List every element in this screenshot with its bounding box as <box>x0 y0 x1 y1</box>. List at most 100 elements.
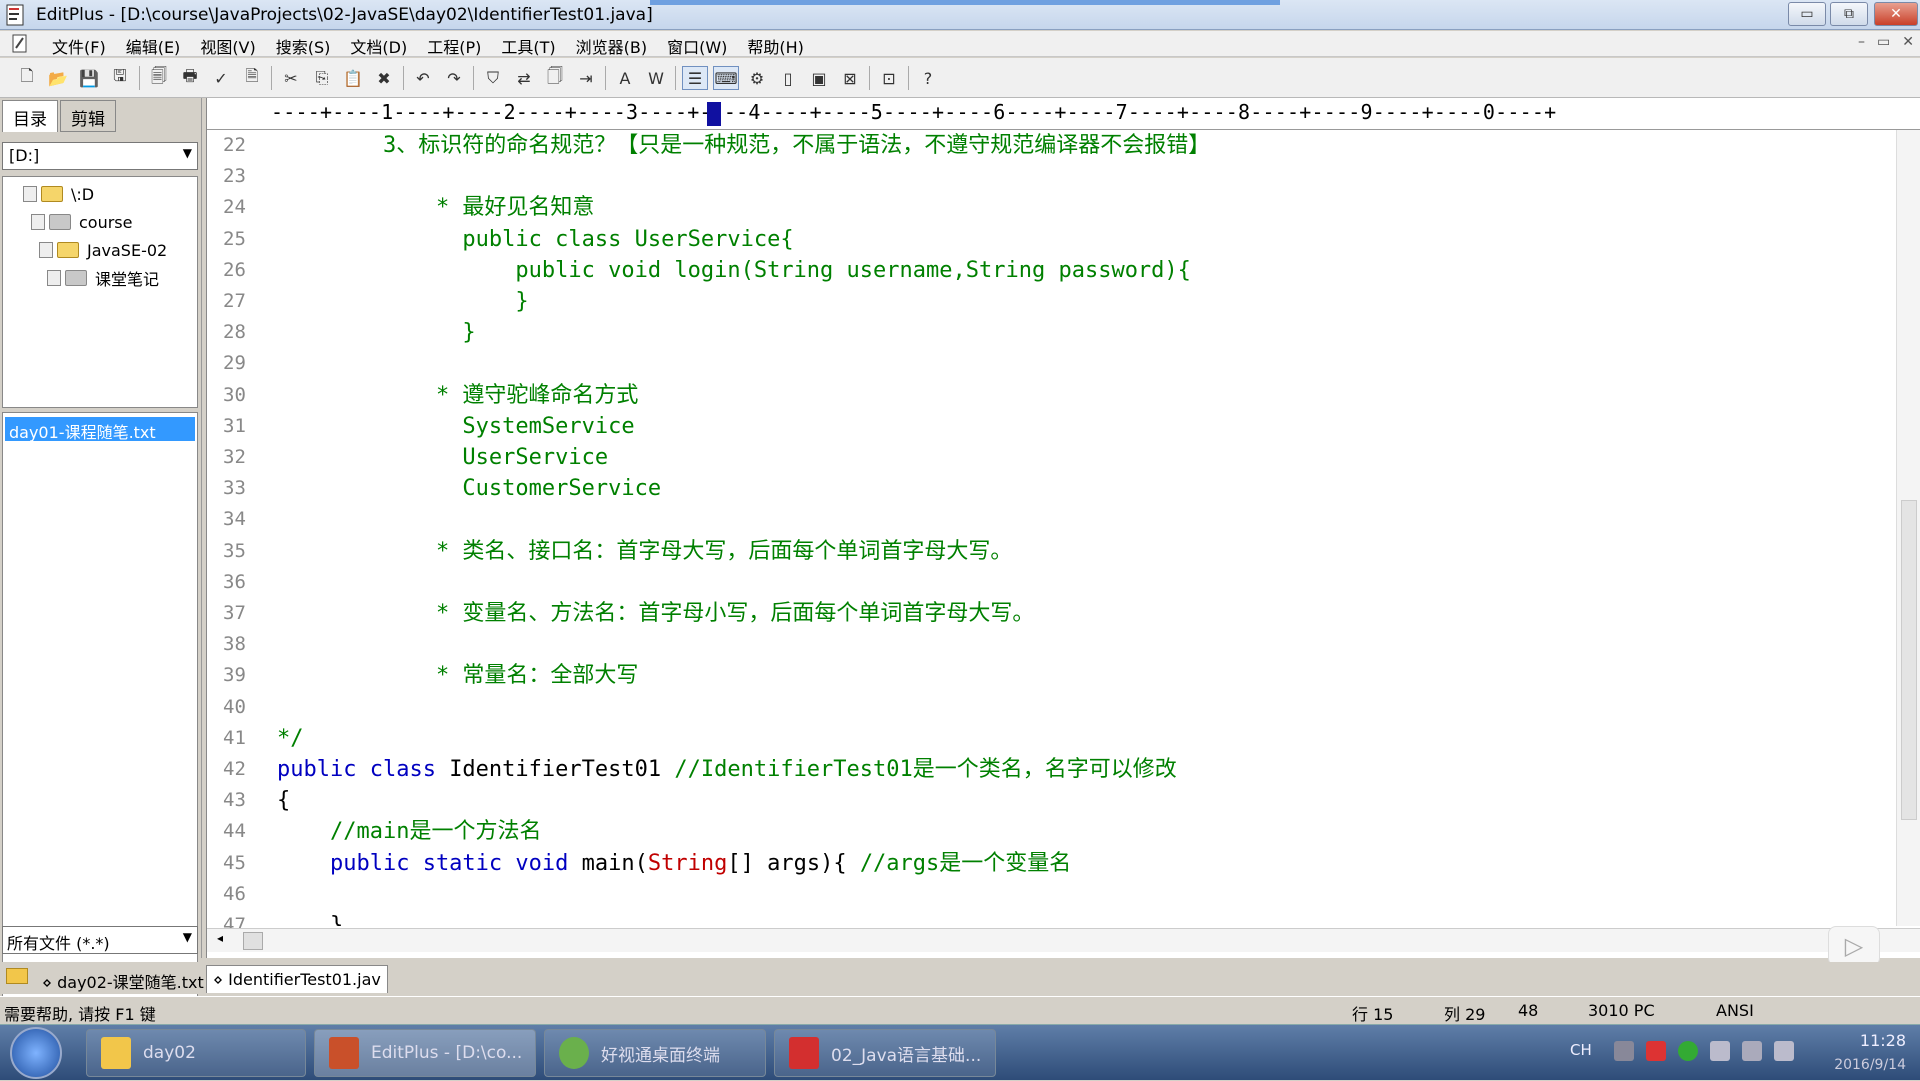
settings-icon[interactable]: ⚙ <box>744 66 770 90</box>
mdi-restore-icon[interactable]: ▭ <box>1877 34 1890 50</box>
line-number: 42 <box>223 758 246 780</box>
file-filter-select[interactable]: 所有文件 (*.*) ▼ <box>2 926 198 954</box>
help-icon[interactable]: ? <box>915 66 941 90</box>
scroll-thumb[interactable] <box>1901 500 1917 820</box>
code-line[interactable]: UserService <box>277 442 608 473</box>
code-editor[interactable]: ----+----1----+----2----+----3----+----4… <box>206 98 1920 966</box>
doc-tab-identifier[interactable]: ⋄ IdentifierTest01.jav <box>206 965 388 993</box>
menu-item[interactable]: 文档(D) <box>340 34 417 58</box>
find-icon[interactable]: ⛉ <box>480 66 506 90</box>
code-line[interactable]: { <box>277 785 290 816</box>
code-line[interactable]: } <box>277 317 475 348</box>
replace-icon[interactable]: ⇄ <box>511 66 537 90</box>
task-editplus[interactable]: EditPlus - [D:\co... <box>314 1029 536 1077</box>
save-icon[interactable]: 💾 <box>76 66 102 90</box>
document-icon[interactable] <box>10 34 30 54</box>
record-icon[interactable] <box>1646 1041 1666 1061</box>
copy-icon[interactable]: ⎘ <box>309 66 335 90</box>
start-button[interactable] <box>10 1027 62 1079</box>
menu-item[interactable]: 编辑(E) <box>116 34 191 58</box>
split-icon[interactable]: ▯ <box>775 66 801 90</box>
save-all-icon[interactable]: 🖫 <box>107 66 133 90</box>
output-icon[interactable]: ⊡ <box>876 66 902 90</box>
play-icon[interactable]: ▷ <box>1828 926 1880 966</box>
code-line[interactable]: public void login(String username,String… <box>277 255 1191 286</box>
ruler-icon[interactable]: ⌨ <box>713 66 739 90</box>
line-number-icon[interactable]: ☰ <box>682 66 708 90</box>
close-button[interactable]: ✕ <box>1874 2 1918 26</box>
code-line[interactable]: SystemService <box>277 411 634 442</box>
clock-time[interactable]: 11:28 <box>1860 1031 1906 1050</box>
volume-icon[interactable] <box>1710 1041 1730 1061</box>
horizontal-scrollbar[interactable]: ◂ <box>207 928 1920 952</box>
paste-icon[interactable]: 📋 <box>340 66 366 90</box>
menu-item[interactable]: 窗口(W) <box>657 34 737 58</box>
print-preview-icon[interactable]: 🗐 <box>146 66 172 90</box>
spell-check-icon[interactable]: ✓ <box>208 66 234 90</box>
template-icon[interactable]: 🗎 <box>239 66 265 90</box>
menu-item[interactable]: 工程(P) <box>417 34 491 58</box>
find-in-files-icon[interactable]: 🗍 <box>542 66 568 90</box>
security-icon[interactable] <box>1678 1041 1698 1061</box>
code-line[interactable]: public class IdentifierTest01 //Identifi… <box>277 754 1177 785</box>
redo-icon[interactable]: ↷ <box>441 66 467 90</box>
mdi-minimize-icon[interactable]: – <box>1858 34 1865 50</box>
task-day02[interactable]: day02 <box>86 1029 306 1077</box>
undo-icon[interactable]: ↶ <box>410 66 436 90</box>
input-language[interactable]: CH <box>1570 1041 1592 1059</box>
browser-icon[interactable]: ⊠ <box>837 66 863 90</box>
tab-cliptext[interactable]: 剪辑 <box>60 100 116 132</box>
tree-item-javase[interactable]: JavaSE-02 <box>39 237 167 263</box>
code-line[interactable]: public static void main(String[] args){ … <box>277 848 1071 879</box>
menu-item[interactable]: 文件(F) <box>42 34 116 58</box>
code-line[interactable]: public class UserService{ <box>277 224 794 255</box>
task-video-terminal[interactable]: 好视通桌面终端 <box>544 1029 766 1077</box>
open-icon[interactable]: 📂 <box>45 66 71 90</box>
font-icon[interactable]: A <box>612 66 638 90</box>
tree-item-notes[interactable]: 课堂笔记 <box>47 265 159 291</box>
tree-item-drive[interactable]: \:D <box>23 181 94 207</box>
title-bar[interactable]: EditPlus - [D:\course\JavaProjects\02-Ja… <box>0 0 1920 30</box>
code-line[interactable]: 3、标识符的命名规范？【只是一种规范，不属于语法，不遵守规范编译器不会报错】 <box>277 130 1210 161</box>
menu-item[interactable]: 搜索(S) <box>266 34 341 58</box>
menu-item[interactable]: 视图(V) <box>190 34 265 58</box>
speaker-icon[interactable] <box>1774 1041 1794 1061</box>
code-line[interactable]: * 类名、接口名：首字母大写，后面每个单词首字母大写。 <box>277 536 1013 567</box>
code-line[interactable]: } <box>277 910 343 926</box>
tab-directory[interactable]: 目录 <box>2 100 58 132</box>
menu-item[interactable]: 帮助(H) <box>737 34 814 58</box>
file-item-selected[interactable]: day01-课程随笔.txt <box>5 417 195 441</box>
code-token: public class UserService{ <box>277 226 794 252</box>
code-line[interactable]: //main是一个方法名 <box>277 816 541 847</box>
drive-select[interactable]: [D:] ▼ <box>2 142 198 170</box>
code-line[interactable]: CustomerService <box>277 473 661 504</box>
cut-icon[interactable]: ✂ <box>278 66 304 90</box>
vertical-scrollbar[interactable] <box>1896 130 1920 926</box>
doc-tab-notes[interactable]: ⋄ day02-课堂随笔.txt <box>36 965 210 993</box>
task-pdf[interactable]: 02_Java语言基础... <box>774 1029 996 1077</box>
code-line[interactable]: * 变量名、方法名：首字母小写，后面每个单词首字母大写。 <box>277 598 1035 629</box>
word-wrap-icon[interactable]: W <box>643 66 669 90</box>
network-icon[interactable] <box>1742 1041 1762 1061</box>
tree-item-course[interactable]: course <box>31 209 132 235</box>
delete-icon[interactable]: ✖ <box>371 66 397 90</box>
fullscreen-icon[interactable]: ▣ <box>806 66 832 90</box>
code-line[interactable]: } <box>277 286 528 317</box>
minimize-button[interactable]: ▭ <box>1788 2 1826 26</box>
goto-icon[interactable]: ⇥ <box>573 66 599 90</box>
new-icon[interactable]: 🗋 <box>14 66 40 90</box>
scroll-left-icon[interactable]: ◂ <box>217 931 223 945</box>
menu-item[interactable]: 浏览器(B) <box>566 34 657 58</box>
mdi-close-icon[interactable]: ✕ <box>1902 34 1914 50</box>
code-line[interactable]: * 遵守驼峰命名方式 <box>277 380 639 411</box>
status-help: 需要帮助, 请按 F1 键 <box>4 1005 156 1024</box>
print-icon[interactable]: 🖶 <box>177 66 203 90</box>
scroll-thumb[interactable] <box>243 932 263 950</box>
code-line[interactable]: * 常量名：全部大写 <box>277 660 639 691</box>
code-area[interactable]: 3、标识符的命名规范？【只是一种规范，不属于语法，不遵守规范编译器不会报错】 *… <box>271 130 1889 926</box>
menu-item[interactable]: 工具(T) <box>491 34 565 58</box>
keyboard-icon[interactable] <box>1614 1041 1634 1061</box>
restore-button[interactable]: ⧉ <box>1830 2 1868 26</box>
code-line[interactable]: */ <box>277 723 304 754</box>
code-line[interactable]: * 最好见名知意 <box>277 192 595 223</box>
